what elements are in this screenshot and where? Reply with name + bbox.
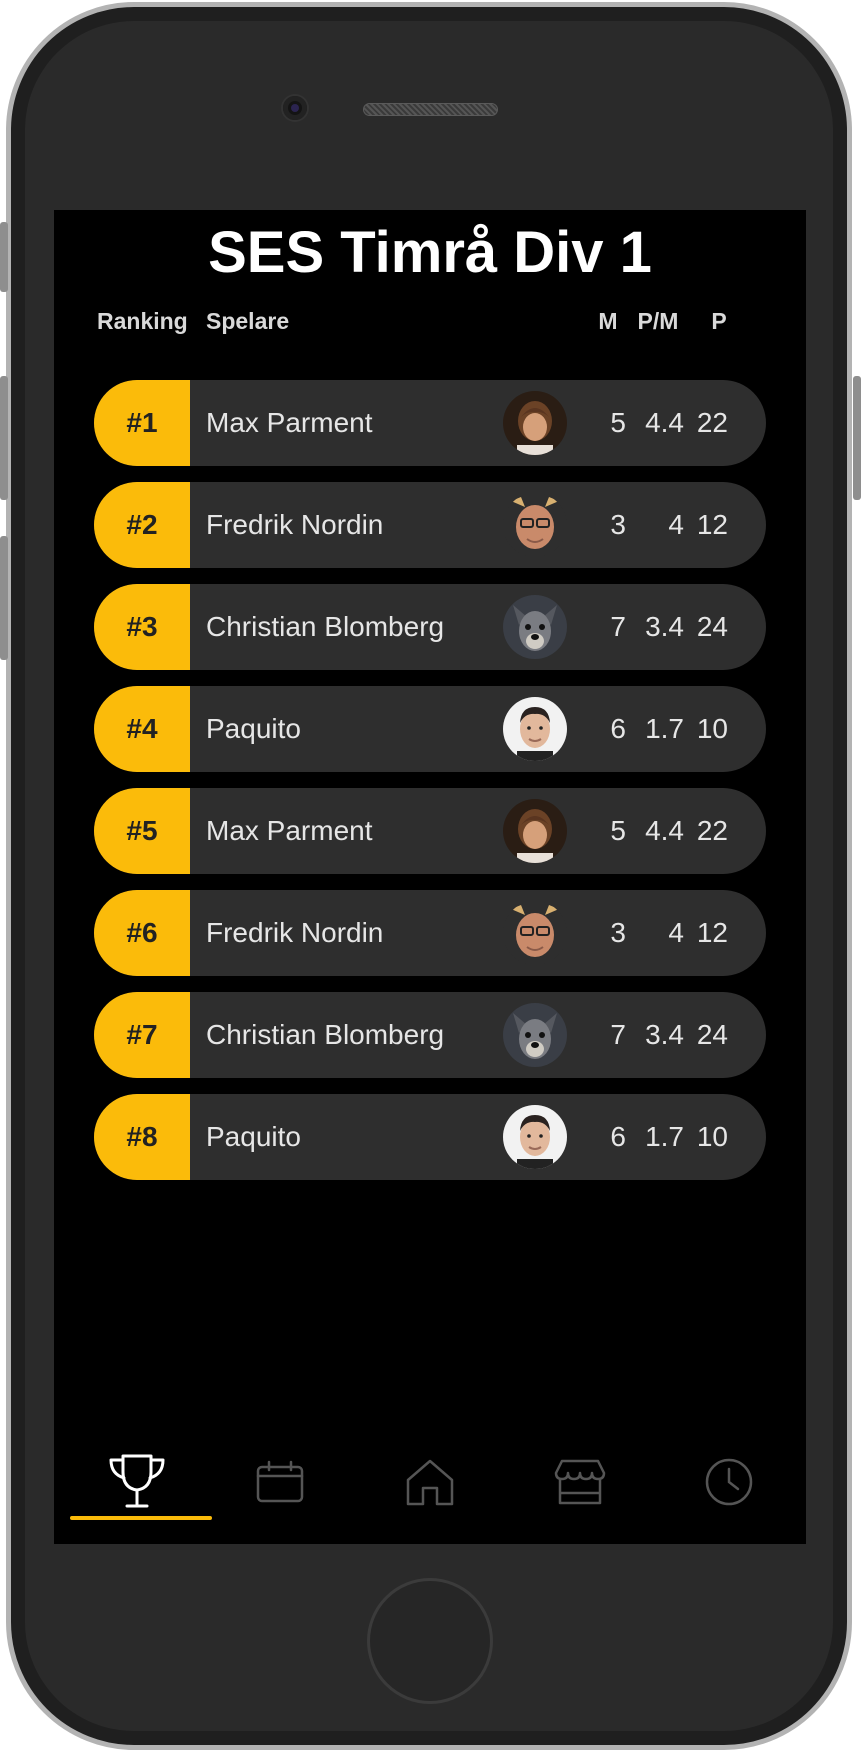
clock-icon xyxy=(705,1458,753,1506)
volume-up-button xyxy=(0,376,8,500)
player-avatar xyxy=(503,697,567,761)
nav-tab-history[interactable] xyxy=(654,1420,804,1544)
player-name: Christian Blomberg xyxy=(206,611,445,642)
page-title: SES Timrå Div 1 xyxy=(208,220,652,285)
column-header-points-per-match: P/M xyxy=(637,308,679,334)
points-value: 10 xyxy=(696,713,728,744)
rank-badge: #7 xyxy=(94,992,190,1078)
ranking-row[interactable]: #8 Paquito 6 1.7 10 xyxy=(94,1094,766,1180)
points-per-match-value: 4.4 xyxy=(645,407,684,438)
matches-value: 6 xyxy=(610,713,626,744)
volume-down-button xyxy=(0,536,8,660)
player-avatar xyxy=(503,901,567,965)
player-avatar xyxy=(503,799,567,863)
bottom-navigation xyxy=(54,1420,806,1544)
home-button[interactable] xyxy=(367,1578,493,1704)
points-value: 24 xyxy=(696,1019,728,1050)
points-value: 12 xyxy=(696,917,728,948)
points-per-match-value: 4.4 xyxy=(645,815,684,846)
matches-value: 7 xyxy=(610,1019,626,1050)
player-name: Christian Blomberg xyxy=(206,1019,445,1050)
rank-badge: #8 xyxy=(94,1094,190,1180)
points-value: 24 xyxy=(696,611,728,642)
rank-badge: #2 xyxy=(94,482,190,568)
player-name: Fredrik Nordin xyxy=(206,509,384,540)
nav-tab-store[interactable] xyxy=(505,1420,655,1544)
rank-badge: #4 xyxy=(94,686,190,772)
player-avatar xyxy=(503,595,567,659)
calendar-icon xyxy=(256,1460,304,1503)
nav-tab-calendar[interactable] xyxy=(205,1420,355,1544)
column-header-player: Spelare xyxy=(206,308,290,334)
power-button xyxy=(853,376,861,500)
player-avatar xyxy=(503,1105,567,1169)
points-per-match-value: 1.7 xyxy=(645,1121,684,1152)
player-avatar xyxy=(503,493,567,557)
ranking-row[interactable]: #3 Christian Blomberg 7 3.4 24 xyxy=(94,584,766,670)
ranking-row[interactable]: #1 Max Parment 5 4.4 22 xyxy=(94,380,766,466)
matches-value: 5 xyxy=(610,407,626,438)
points-per-match-value: 3.4 xyxy=(645,611,684,642)
ranking-row[interactable]: #7 Christian Blomberg 7 3.4 24 xyxy=(94,992,766,1078)
ranking-row[interactable]: #6 Fredrik Nordin 3 4 12 xyxy=(94,890,766,976)
front-camera xyxy=(283,96,307,120)
points-value: 22 xyxy=(696,407,728,438)
player-name: Max Parment xyxy=(206,407,373,438)
points-per-match-value: 1.7 xyxy=(645,713,684,744)
nav-tab-ranking[interactable] xyxy=(62,1420,212,1544)
app-screen: SES Timrå Div 1 Ranking Spelare M P/M P … xyxy=(54,210,806,1544)
trophy-icon xyxy=(109,1454,165,1508)
nav-tab-home[interactable] xyxy=(355,1420,505,1544)
player-name: Fredrik Nordin xyxy=(206,917,384,948)
points-value: 22 xyxy=(696,815,728,846)
matches-value: 3 xyxy=(610,509,626,540)
ranking-row[interactable]: #4 Paquito 6 1.7 10 xyxy=(94,686,766,772)
earpiece-speaker xyxy=(363,103,498,116)
player-avatar xyxy=(503,391,567,455)
matches-value: 6 xyxy=(610,1121,626,1152)
column-header-matches: M xyxy=(598,308,618,334)
points-value: 12 xyxy=(696,509,728,540)
home-icon xyxy=(406,1459,454,1506)
matches-value: 3 xyxy=(610,917,626,948)
ranking-list: #1 Max Parment 5 4.4 22 #2 Fredrik Nordi… xyxy=(94,380,766,1196)
points-per-match-value: 4 xyxy=(668,509,684,540)
rank-badge: #5 xyxy=(94,788,190,874)
column-header-ranking: Ranking xyxy=(97,308,188,334)
points-per-match-value: 3.4 xyxy=(645,1019,684,1050)
column-header-points: P xyxy=(711,308,727,334)
player-name: Paquito xyxy=(206,713,301,744)
rank-badge: #3 xyxy=(94,584,190,670)
points-value: 10 xyxy=(696,1121,728,1152)
mute-switch xyxy=(0,222,8,292)
ranking-row[interactable]: #2 Fredrik Nordin 3 4 12 xyxy=(94,482,766,568)
rank-badge: #1 xyxy=(94,380,190,466)
rank-badge: #6 xyxy=(94,890,190,976)
player-name: Max Parment xyxy=(206,815,373,846)
player-name: Paquito xyxy=(206,1121,301,1152)
player-avatar xyxy=(503,1003,567,1067)
points-per-match-value: 4 xyxy=(668,917,684,948)
ranking-row[interactable]: #5 Max Parment 5 4.4 22 xyxy=(94,788,766,874)
matches-value: 7 xyxy=(610,611,626,642)
matches-value: 5 xyxy=(610,815,626,846)
store-icon xyxy=(554,1459,606,1505)
